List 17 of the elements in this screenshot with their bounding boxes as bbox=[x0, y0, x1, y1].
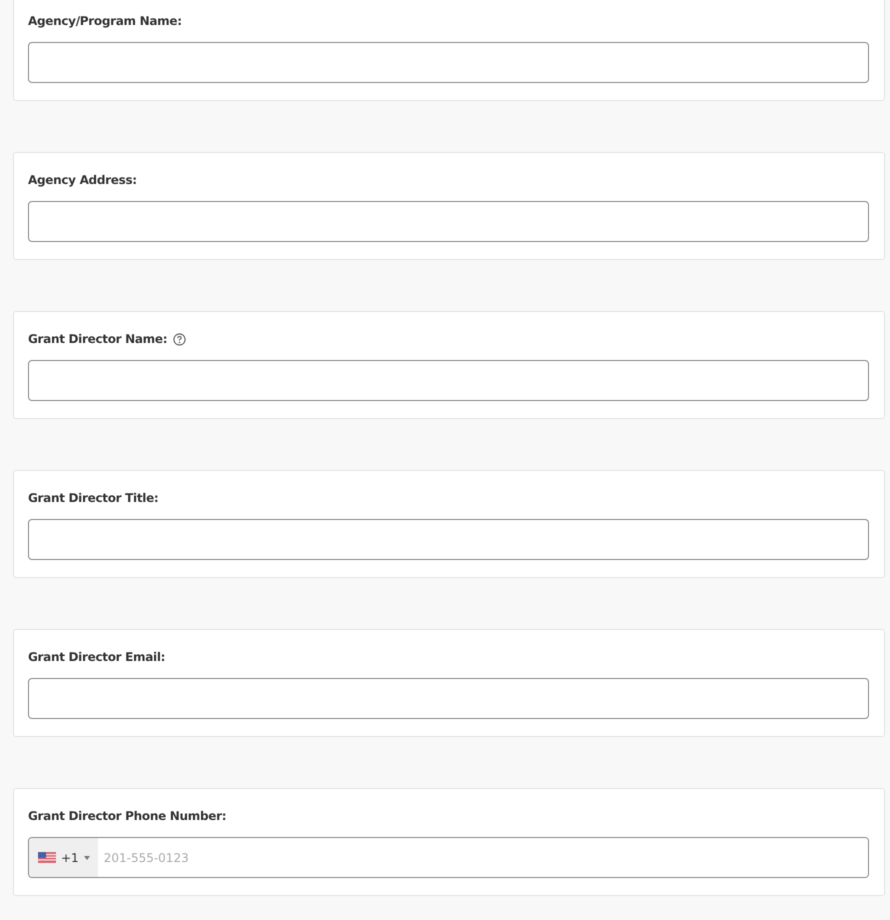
country-selector[interactable]: +1 bbox=[29, 838, 98, 877]
text-field[interactable] bbox=[28, 201, 869, 242]
text-field[interactable] bbox=[28, 360, 869, 401]
field-label: Grant Director Phone Number: bbox=[28, 809, 226, 823]
field-label: Agency Address: bbox=[28, 173, 137, 187]
flag-icon bbox=[38, 852, 56, 863]
text-field[interactable] bbox=[28, 678, 869, 719]
country-code: +1 bbox=[61, 850, 79, 864]
field-label: Grant Director Name: bbox=[28, 332, 168, 346]
field-label: Grant Director Email: bbox=[28, 650, 166, 664]
caret-icon bbox=[84, 856, 90, 860]
text-field[interactable] bbox=[28, 42, 869, 83]
phone-field[interactable]: +1 201-555-0123 bbox=[28, 837, 869, 878]
text-field[interactable] bbox=[28, 519, 869, 560]
field-label: Agency/Program Name: bbox=[28, 14, 182, 28]
help-icon[interactable] bbox=[173, 332, 186, 346]
field-label: Grant Director Title: bbox=[28, 491, 158, 505]
